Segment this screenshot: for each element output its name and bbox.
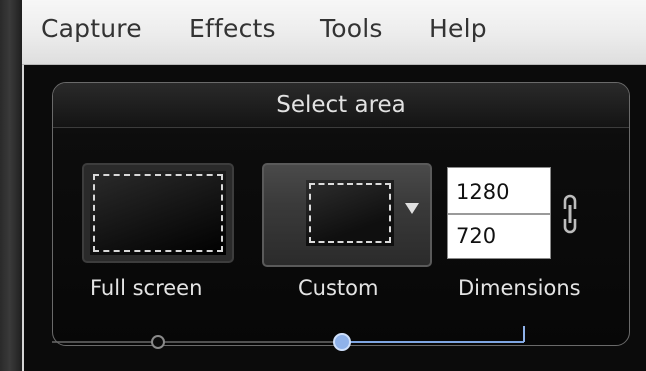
menu-help[interactable]: Help (429, 14, 487, 43)
menu-capture[interactable]: Capture (41, 14, 142, 43)
custom-area-preview (306, 180, 394, 246)
width-input[interactable] (448, 170, 550, 214)
chevron-down-icon[interactable] (405, 203, 419, 214)
dimensions-label: Dimensions (458, 276, 581, 300)
custom-area-button[interactable] (262, 163, 432, 267)
panel-header: Select area (53, 83, 629, 128)
desktop-background (0, 0, 22, 371)
panel-title: Select area (276, 92, 406, 118)
capture-window: Capture Effects Tools Help Select area F… (22, 0, 646, 371)
main-area: Select area Full screen Custom 1280 720 … (22, 65, 646, 371)
menu-effects[interactable]: Effects (189, 14, 276, 43)
custom-label: Custom (298, 276, 379, 300)
dimensions-box (447, 167, 551, 259)
full-screen-preview (90, 171, 226, 255)
height-input[interactable] (448, 214, 550, 258)
link-lock-icon[interactable] (562, 192, 578, 236)
full-screen-label: Full screen (90, 276, 203, 300)
menu-bar: Capture Effects Tools Help (22, 0, 646, 65)
full-screen-frame-icon (93, 174, 223, 252)
full-screen-button[interactable] (82, 163, 234, 263)
app-stage: Capture Effects Tools Help Select area F… (0, 0, 646, 371)
menu-tools[interactable]: Tools (320, 14, 383, 43)
custom-frame-icon (309, 183, 391, 243)
